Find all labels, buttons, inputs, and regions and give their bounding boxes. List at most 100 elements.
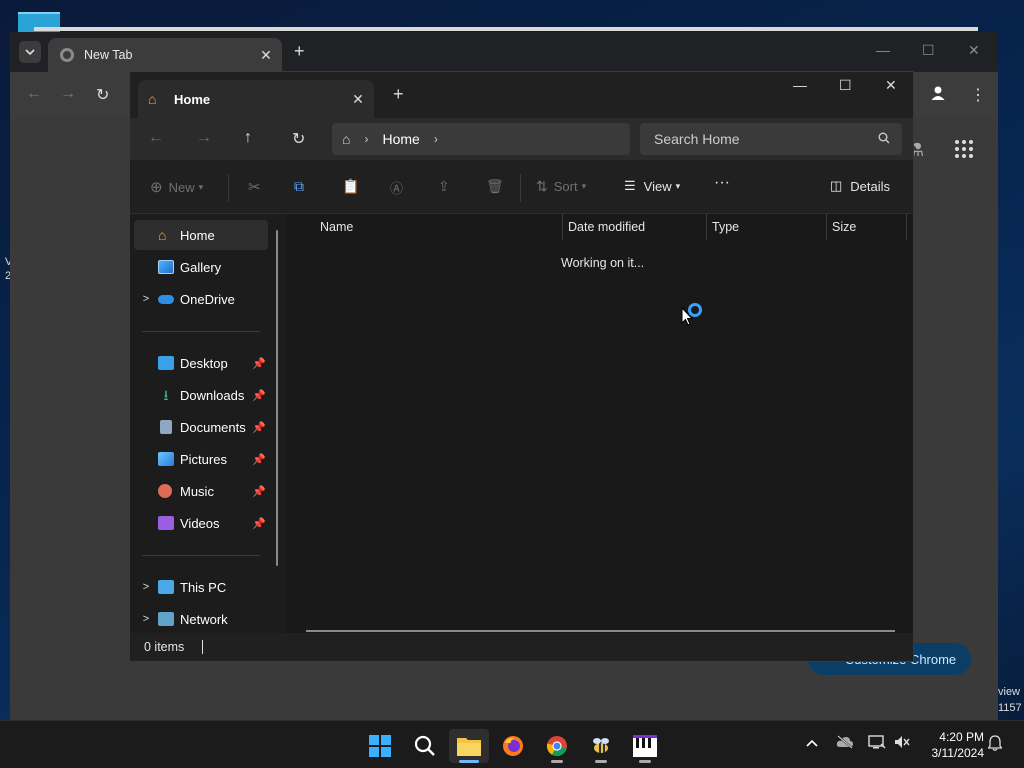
close-window-button[interactable]: ✕ [968, 42, 980, 59]
nav-item-desktop[interactable]: Desktop 📌 [134, 348, 268, 378]
piano-icon [633, 735, 657, 757]
start-button[interactable] [360, 729, 400, 763]
taskbar-firefox[interactable] [493, 729, 533, 763]
nav-label: Desktop [180, 355, 228, 371]
back-icon[interactable]: ← [26, 85, 42, 103]
nav-scrollbar[interactable] [276, 230, 278, 566]
close-tab-button[interactable]: ✕ [256, 47, 276, 64]
search-placeholder: Search Home [654, 131, 740, 147]
copy-icon[interactable]: ⧉ [294, 178, 304, 195]
taskbar-app-piano[interactable] [625, 729, 665, 763]
new-button[interactable]: ⊕ New ▾ [150, 178, 203, 196]
new-label: New [168, 179, 195, 195]
maximize-button[interactable]: ☐ [922, 42, 935, 59]
column-divider[interactable] [826, 214, 827, 240]
chevron-right-icon[interactable]: > [134, 293, 158, 305]
desktop-icon [158, 356, 174, 370]
pictures-icon [158, 452, 174, 466]
chevron-right-icon[interactable]: › [434, 132, 438, 146]
paste-icon[interactable]: 📋 [342, 178, 359, 195]
tab-search-button[interactable] [19, 41, 41, 63]
column-divider[interactable] [906, 214, 907, 240]
chrome-tab-title: New Tab [84, 48, 133, 62]
minimize-button[interactable]: — [876, 42, 890, 58]
chevron-right-icon[interactable]: › [364, 132, 368, 146]
search-button[interactable] [405, 729, 445, 763]
volume-muted-icon[interactable] [894, 735, 910, 752]
column-header-date-modified[interactable]: Date modified [568, 220, 645, 234]
chevron-right-icon[interactable]: > [134, 581, 158, 593]
background-window-edge [34, 27, 978, 31]
close-tab-button[interactable]: ✕ [348, 91, 368, 108]
column-header-name[interactable]: Name [320, 220, 353, 234]
taskbar-app-bee[interactable] [581, 729, 621, 763]
profile-icon[interactable] [930, 85, 946, 106]
chevron-right-icon[interactable]: > [134, 613, 158, 625]
home-icon: ⌂ [342, 131, 351, 147]
sort-button[interactable]: ⇅ Sort ▾ [536, 178, 586, 195]
nav-label: Videos [180, 515, 220, 531]
search-input[interactable]: Search Home [640, 123, 902, 155]
nav-item-videos[interactable]: Videos 📌 [134, 508, 268, 538]
chevron-down-icon: ▾ [675, 180, 681, 191]
menu-icon[interactable]: ⋮ [970, 85, 986, 105]
divider [142, 555, 260, 556]
forward-icon[interactable]: → [196, 129, 212, 147]
maximize-button[interactable]: ☐ [839, 77, 852, 94]
search-icon [414, 735, 435, 756]
taskbar: 4:20 PM 3/11/2024 [0, 720, 1024, 768]
breadcrumb[interactable]: Home [382, 131, 419, 147]
document-icon [160, 420, 172, 434]
folder-icon [457, 738, 481, 756]
nav-item-documents[interactable]: Documents 📌 [134, 412, 268, 442]
nav-item-music[interactable]: Music 📌 [134, 476, 268, 506]
share-icon[interactable]: ⇪ [438, 178, 450, 195]
onedrive-offline-icon[interactable] [836, 735, 854, 752]
back-icon[interactable]: ← [148, 129, 164, 147]
chrome-tab-new-tab[interactable]: New Tab ✕ [48, 38, 282, 72]
system-clock[interactable]: 4:20 PM 3/11/2024 [918, 729, 985, 761]
taskbar-chrome[interactable] [537, 729, 577, 763]
taskbar-file-explorer[interactable] [449, 729, 489, 763]
details-button[interactable]: ◫ Details [830, 178, 890, 194]
refresh-icon[interactable]: ↻ [292, 129, 305, 149]
forward-icon[interactable]: → [60, 85, 76, 103]
desktop-edge-text: 1157 [998, 702, 1022, 714]
explorer-tab-home[interactable]: ⌂ Home ✕ [138, 80, 374, 118]
loading-message: Working on it... [561, 256, 645, 270]
up-icon[interactable]: ↑ [244, 129, 252, 147]
nav-item-home[interactable]: ⌂ Home [134, 220, 268, 250]
address-bar[interactable]: ⌂ › Home › [332, 123, 630, 155]
delete-icon[interactable]: 🗑 [486, 178, 504, 195]
show-hidden-icons-button[interactable] [806, 735, 818, 751]
gallery-icon [158, 260, 174, 274]
nav-item-onedrive[interactable]: > OneDrive [134, 284, 268, 314]
column-header-type[interactable]: Type [712, 220, 739, 234]
nav-item-network[interactable]: > Network [134, 604, 268, 634]
reload-icon[interactable]: ↻ [96, 85, 109, 105]
horizontal-scrollbar[interactable] [306, 630, 895, 632]
apps-grid-icon[interactable] [955, 140, 973, 161]
nav-item-downloads[interactable]: ⭳ Downloads 📌 [134, 380, 268, 410]
minimize-button[interactable]: — [793, 77, 807, 93]
close-window-button[interactable]: ✕ [885, 77, 897, 94]
new-tab-button[interactable]: + [294, 41, 305, 62]
notification-bell-icon[interactable] [987, 735, 1003, 754]
view-button[interactable]: ☰ View ▾ [624, 178, 680, 194]
divider [228, 174, 229, 202]
nav-item-pictures[interactable]: Pictures 📌 [134, 444, 268, 474]
column-divider[interactable] [706, 214, 707, 240]
more-options-icon[interactable]: ··· [714, 174, 730, 192]
address-bar-row: ← → ↑ ↻ ⌂ › Home › Search Home [130, 118, 913, 160]
nav-item-gallery[interactable]: Gallery [134, 252, 268, 282]
item-count: 0 items [144, 640, 185, 654]
view-label: View [643, 178, 672, 194]
rename-icon[interactable]: Ⓐ [390, 178, 403, 197]
column-header-size[interactable]: Size [832, 220, 856, 234]
new-tab-button[interactable]: + [393, 84, 404, 105]
network-icon [158, 612, 174, 626]
cut-icon[interactable]: ✂ [248, 178, 261, 196]
network-icon[interactable] [868, 735, 886, 752]
column-divider[interactable] [562, 214, 563, 240]
nav-item-this-pc[interactable]: > This PC [134, 572, 268, 602]
